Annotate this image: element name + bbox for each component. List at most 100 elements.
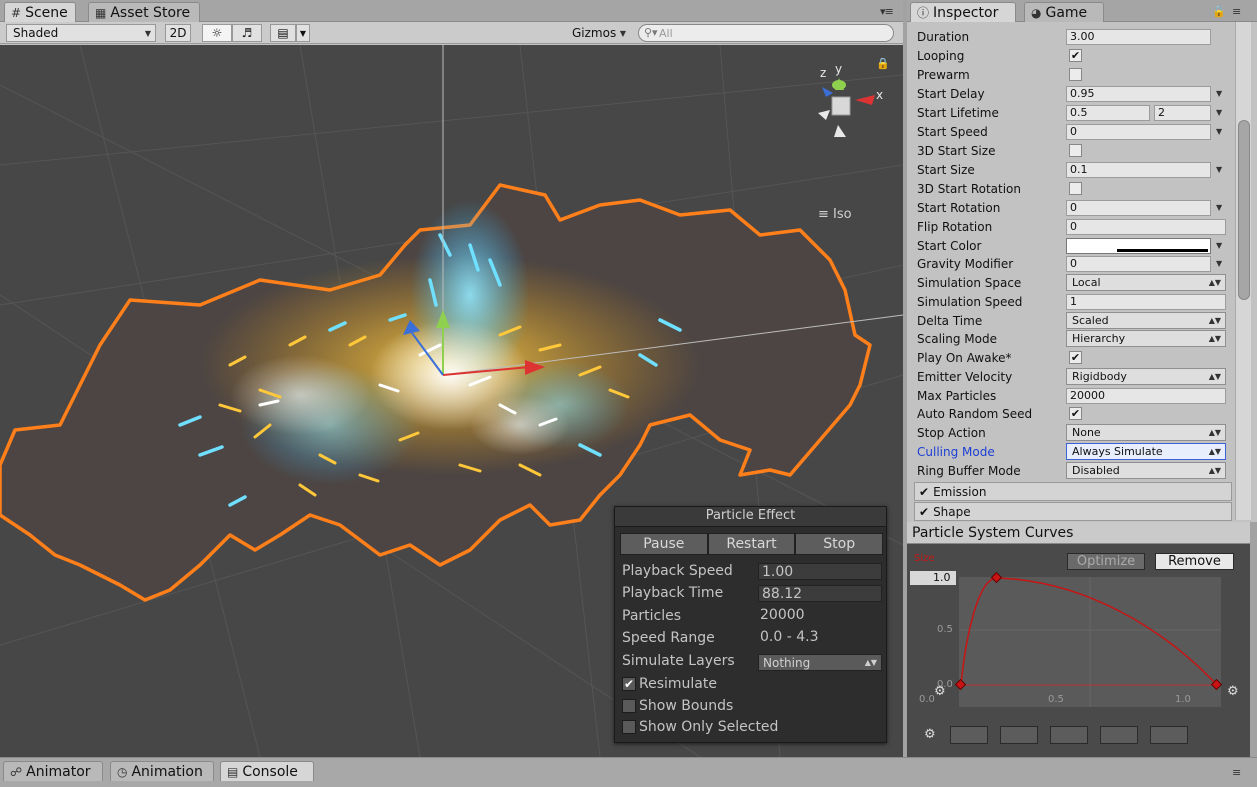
play-on-awake-label: Play On Awake*: [917, 350, 1012, 365]
search-placeholder: All: [659, 26, 673, 40]
gear-icon[interactable]: ⚙: [1227, 684, 1239, 699]
curve-preset-flat[interactable]: [950, 726, 988, 744]
simulation-speed-field[interactable]: 1: [1066, 293, 1226, 310]
y-max-field[interactable]: 1.0: [933, 571, 951, 584]
tab-console-label: Console: [242, 763, 298, 780]
playback-speed-field[interactable]: 1.00: [758, 563, 882, 580]
start-size-3d-checkbox[interactable]: [1069, 144, 1082, 157]
panel-menu-icon[interactable]: ≡: [1232, 5, 1241, 18]
toggle-2d-button[interactable]: 2D: [165, 24, 191, 42]
checkbox-empty: [622, 699, 636, 713]
culling-mode-label: Culling Mode: [917, 444, 995, 459]
tab-scene[interactable]: # Scene: [4, 2, 76, 22]
scrollbar-thumb[interactable]: [1238, 120, 1250, 300]
check-icon[interactable]: ✔: [919, 505, 929, 519]
tab-asset-store[interactable]: ▦ Asset Store: [88, 2, 200, 22]
tab-animation[interactable]: ◷ Animation: [110, 761, 214, 781]
check-icon[interactable]: ✔: [919, 485, 929, 499]
curve-preset-linear-down[interactable]: [1050, 726, 1088, 744]
chevron-down-icon[interactable]: ▼: [1216, 241, 1222, 250]
start-rotation-3d-checkbox[interactable]: [1069, 182, 1082, 195]
module-emission[interactable]: ✔ Emission: [914, 482, 1232, 501]
emitter-velocity-dropdown[interactable]: Rigidbody ▲▼: [1066, 368, 1226, 385]
orientation-gizmo[interactable]: [818, 78, 875, 137]
lock-icon[interactable]: 🔒: [1212, 5, 1226, 18]
start-lifetime-min-field[interactable]: 0.5: [1066, 104, 1150, 121]
curve-preset-ease-in[interactable]: [1100, 726, 1138, 744]
play-on-awake-checkbox[interactable]: ✔: [1069, 351, 1082, 364]
delta-time-dropdown[interactable]: Scaled ▲▼: [1066, 312, 1226, 329]
chevron-down-icon[interactable]: ▼: [1216, 89, 1222, 98]
module-shape[interactable]: ✔ Shape: [914, 502, 1232, 521]
start-delay-field[interactable]: 0.95: [1066, 85, 1211, 102]
culling-mode-dropdown[interactable]: Always Simulate ▲▼: [1066, 443, 1226, 460]
optimize-button[interactable]: Optimize: [1067, 553, 1145, 570]
show-bounds-checkbox[interactable]: Show Bounds: [622, 696, 882, 716]
looping-checkbox[interactable]: ✔: [1069, 49, 1082, 62]
start-rotation-field[interactable]: 0: [1066, 199, 1211, 216]
tab-animator-label: Animator: [26, 763, 91, 780]
auto-random-seed-checkbox[interactable]: ✔: [1069, 407, 1082, 420]
duration-field[interactable]: 3.00: [1066, 28, 1211, 45]
resimulate-checkbox[interactable]: ✔ Resimulate: [622, 674, 882, 694]
tab-inspector[interactable]: ⓘ Inspector: [910, 2, 1016, 22]
gravity-modifier-field[interactable]: 0: [1066, 255, 1211, 272]
lighting-toggle-button[interactable]: ☼: [202, 24, 232, 42]
axis-z-label: z: [820, 66, 826, 80]
show-only-selected-checkbox[interactable]: Show Only Selected: [622, 717, 882, 737]
effects-toggle-button[interactable]: ▤: [270, 24, 296, 42]
curve-preset-linear-up[interactable]: [1000, 726, 1038, 744]
panel-menu-icon[interactable]: ▾≡: [880, 5, 894, 18]
prop-auto-random-seed: Auto Random Seed ✔: [914, 404, 1232, 423]
start-size-field[interactable]: 0.1: [1066, 161, 1211, 178]
tab-animator[interactable]: ☍ Animator: [3, 761, 103, 781]
simulate-layers-dropdown[interactable]: Nothing ▲▼: [758, 654, 882, 671]
start-lifetime-label: Start Lifetime: [917, 105, 999, 120]
restart-button[interactable]: Restart: [707, 533, 796, 555]
inspector-scrollbar[interactable]: [1235, 22, 1251, 520]
pause-button[interactable]: Pause: [620, 533, 708, 555]
prewarm-label: Prewarm: [917, 67, 970, 82]
scaling-mode-dropdown[interactable]: Hierarchy ▲▼: [1066, 330, 1226, 347]
search-input[interactable]: ⚲▾ All: [638, 24, 894, 42]
panel-menu-icon[interactable]: ≡: [1232, 766, 1241, 779]
start-delay-label: Start Delay: [917, 86, 985, 101]
curve-preset-ease-out[interactable]: [1150, 726, 1188, 744]
chevron-down-icon[interactable]: ▼: [1216, 108, 1222, 117]
updown-icon: ▲▼: [1208, 428, 1221, 437]
effects-dropdown-button[interactable]: ▼: [296, 24, 310, 42]
stop-button[interactable]: Stop: [795, 533, 884, 555]
ring-buffer-mode-dropdown[interactable]: Disabled ▲▼: [1066, 462, 1226, 479]
start-color-swatch[interactable]: [1066, 237, 1211, 254]
simulation-space-dropdown[interactable]: Local ▲▼: [1066, 274, 1226, 291]
gear-icon[interactable]: ⚙: [934, 684, 946, 699]
chevron-down-icon[interactable]: ▼: [1216, 203, 1222, 212]
start-lifetime-max-field[interactable]: 2: [1154, 104, 1211, 121]
chevron-down-icon[interactable]: ▼: [1216, 259, 1222, 268]
start-rotation-label: Start Rotation: [917, 200, 1001, 215]
gear-icon[interactable]: ⚙: [924, 727, 936, 742]
prewarm-checkbox[interactable]: [1069, 68, 1082, 81]
projection-toggle[interactable]: ≡ Iso: [818, 207, 852, 222]
chevron-down-icon[interactable]: ▼: [1216, 127, 1222, 136]
chevron-down-icon[interactable]: ▼: [1216, 165, 1222, 174]
tab-game[interactable]: ◕ Game: [1024, 2, 1104, 22]
gizmos-dropdown[interactable]: Gizmos ▼: [566, 24, 630, 42]
stop-action-dropdown[interactable]: None ▲▼: [1066, 424, 1226, 441]
remove-button[interactable]: Remove: [1155, 553, 1234, 570]
flip-rotation-field[interactable]: 0: [1066, 218, 1226, 235]
inspector-tabstrip: ⓘ Inspector ◕ Game 🔒 ≡: [907, 0, 1257, 22]
culling-mode-value: Always Simulate: [1072, 445, 1163, 458]
scene-viewport[interactable]: z y x 🔒 ≡ Iso Particle Effect Pause Rest…: [0, 45, 903, 757]
stop-action-label: Stop Action: [917, 425, 986, 440]
playback-time-label: Playback Time: [622, 585, 724, 601]
shading-mode-dropdown[interactable]: Shaded ▼: [6, 24, 156, 42]
max-particles-field[interactable]: 20000: [1066, 387, 1226, 404]
start-speed-field[interactable]: 0: [1066, 123, 1211, 140]
audio-toggle-button[interactable]: ♬: [232, 24, 262, 42]
lock-icon[interactable]: 🔒: [876, 57, 890, 70]
updown-icon: ▲▼: [1208, 334, 1221, 343]
playback-time-field[interactable]: 88.12: [758, 585, 882, 602]
tab-console[interactable]: ▤ Console: [220, 761, 314, 781]
start-rotation-3d-label: 3D Start Rotation: [917, 181, 1022, 196]
